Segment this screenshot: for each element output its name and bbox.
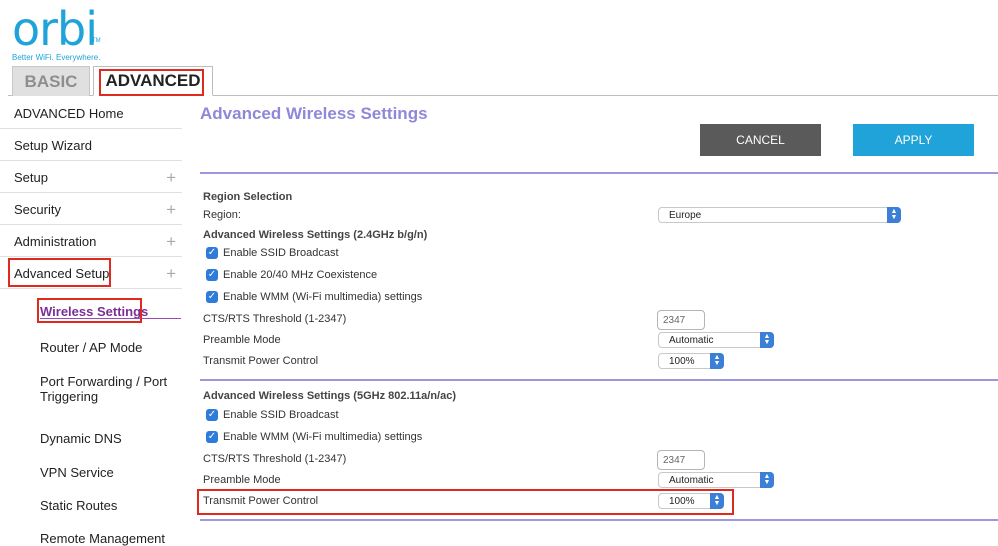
sidebar-item-label: Setup: [14, 169, 48, 185]
tab-advanced[interactable]: ADVANCED: [93, 66, 213, 96]
sidebar-item-label: ADVANCED Home: [14, 105, 124, 121]
band24-coexistence-checkbox[interactable]: ✓ Enable 20/40 MHz Coexistence: [206, 269, 377, 281]
preamble-select-value: Automatic: [669, 474, 714, 486]
subnav-vpn-service[interactable]: VPN Service: [40, 465, 180, 480]
subnav-port-forwarding[interactable]: Port Forwarding / Port Triggering: [40, 374, 170, 404]
plus-icon[interactable]: +: [166, 168, 176, 188]
tab-basic[interactable]: BASIC: [12, 66, 90, 96]
band24-heading: Advanced Wireless Settings (2.4GHz b/g/n…: [203, 229, 428, 241]
sidebar-item-security[interactable]: Security +: [0, 194, 182, 225]
region-select[interactable]: Europe ▲ ▼: [658, 207, 901, 223]
checkmark-icon: ✓: [206, 247, 218, 259]
band5-preamble-select[interactable]: Automatic ▲ ▼: [658, 472, 774, 488]
band5-enable-ssid-checkbox[interactable]: ✓ Enable SSID Broadcast: [206, 409, 339, 421]
checkmark-icon: ✓: [206, 269, 218, 281]
sidebar-item-label: Administration: [14, 233, 97, 249]
sidebar-item-label: Security: [14, 201, 61, 217]
up-down-arrows-icon: ▲ ▼: [887, 207, 901, 223]
orbi-logo: orbi: [12, 2, 98, 56]
section-divider: [200, 172, 998, 174]
band5-power-select[interactable]: 100% ▲ ▼: [658, 493, 724, 509]
checkbox-label: Enable SSID Broadcast: [223, 409, 339, 421]
region-heading: Region Selection: [203, 191, 293, 203]
band24-wmm-checkbox[interactable]: ✓ Enable WMM (Wi-Fi multimedia) settings: [206, 291, 422, 303]
sidebar-item-label: Setup Wizard: [14, 137, 93, 153]
checkbox-label: Enable 20/40 MHz Coexistence: [223, 269, 378, 281]
plus-icon[interactable]: +: [166, 232, 176, 252]
region-select-value: Europe: [669, 209, 702, 221]
band5-cts-label: CTS/RTS Threshold (1-2347): [203, 453, 347, 465]
checkmark-icon: ✓: [206, 291, 218, 303]
page-title: Advanced Wireless Settings: [200, 104, 428, 123]
band24-enable-ssid-checkbox[interactable]: ✓ Enable SSID Broadcast: [206, 247, 339, 259]
band24-preamble-label: Preamble Mode: [203, 334, 281, 346]
subnav-dynamic-dns[interactable]: Dynamic DNS: [40, 431, 180, 446]
active-underline: [40, 318, 181, 319]
sidebar-item-administration[interactable]: Administration +: [0, 226, 182, 257]
band5-preamble-label: Preamble Mode: [203, 474, 281, 486]
band24-cts-input[interactable]: 2347: [657, 310, 705, 330]
up-down-arrows-icon: ▲ ▼: [710, 493, 724, 509]
up-down-arrows-icon: ▲ ▼: [710, 353, 724, 369]
band24-cts-label: CTS/RTS Threshold (1-2347): [203, 313, 347, 325]
power-select-value: 100%: [669, 495, 695, 507]
subnav-router-ap-mode[interactable]: Router / AP Mode: [40, 340, 180, 355]
checkmark-icon: ✓: [206, 409, 218, 421]
preamble-select-value: Automatic: [669, 334, 714, 346]
plus-icon[interactable]: +: [166, 200, 176, 220]
subnav-remote-management[interactable]: Remote Management: [40, 531, 180, 546]
subnav-wireless-settings[interactable]: Wireless Settings: [40, 304, 180, 319]
band24-preamble-select[interactable]: Automatic ▲ ▼: [658, 332, 774, 348]
band24-power-select[interactable]: 100% ▲ ▼: [658, 353, 724, 369]
checkmark-icon: ✓: [206, 431, 218, 443]
up-down-arrows-icon: ▲ ▼: [760, 332, 774, 348]
apply-button[interactable]: APPLY: [853, 124, 974, 156]
band5-wmm-checkbox[interactable]: ✓ Enable WMM (Wi-Fi multimedia) settings: [206, 431, 422, 443]
band5-power-label: Transmit Power Control: [203, 495, 319, 507]
sidebar-item-advanced-setup[interactable]: Advanced Setup +: [0, 258, 182, 289]
checkbox-label: Enable WMM (Wi-Fi multimedia) settings: [223, 291, 423, 303]
region-label: Region:: [203, 209, 241, 221]
plus-icon[interactable]: +: [166, 264, 176, 284]
band5-cts-input[interactable]: 2347: [657, 450, 705, 470]
band24-power-label: Transmit Power Control: [203, 355, 319, 367]
cancel-button[interactable]: CANCEL: [700, 124, 821, 156]
checkbox-label: Enable SSID Broadcast: [223, 247, 339, 259]
trademark: TM: [92, 38, 101, 44]
power-select-value: 100%: [669, 355, 695, 367]
checkbox-label: Enable WMM (Wi-Fi multimedia) settings: [223, 431, 423, 443]
tagline: Better WiFi. Everywhere.: [12, 53, 101, 62]
section-divider: [200, 379, 998, 381]
sidebar-item-setup-wizard[interactable]: Setup Wizard: [0, 130, 182, 161]
band5-heading: Advanced Wireless Settings (5GHz 802.11a…: [203, 390, 457, 402]
up-down-arrows-icon: ▲ ▼: [760, 472, 774, 488]
subnav-static-routes[interactable]: Static Routes: [40, 498, 180, 513]
sidebar-item-label: Advanced Setup: [14, 265, 110, 281]
sidebar-item-advanced-home[interactable]: ADVANCED Home: [0, 98, 182, 129]
sidebar-item-setup[interactable]: Setup +: [0, 162, 182, 193]
section-divider: [200, 519, 998, 521]
